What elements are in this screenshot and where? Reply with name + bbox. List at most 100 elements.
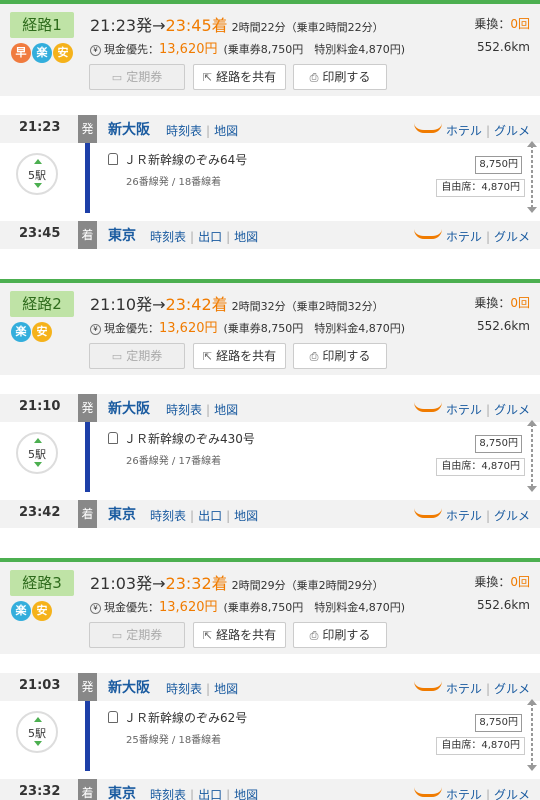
train-name[interactable]: ＪＲ新幹線のぞみ430号 (108, 430, 255, 447)
departure-station-links: 時刻表 | 地図 (166, 124, 239, 138)
print-button[interactable]: ⎙ 印刷する (293, 64, 387, 90)
timetable-link[interactable]: 時刻表 (150, 509, 186, 523)
share-route-button[interactable]: ⇱ 経路を共有 (193, 64, 286, 90)
share-route-button[interactable]: ⇱ 経路を共有 (193, 343, 286, 369)
route-badges: 早楽安 (11, 43, 74, 65)
share-label: 経路を共有 (216, 349, 277, 363)
timetable-link[interactable]: 時刻表 (166, 682, 202, 696)
stop-count-toggle[interactable]: 5駅 (16, 432, 58, 474)
commuter-pass-button[interactable]: ▭ 定期券 (89, 622, 185, 648)
print-label: 印刷する (322, 349, 371, 363)
gourmet-link[interactable]: グルメ (494, 403, 530, 417)
expand-up-icon (34, 438, 42, 443)
transfer-count: 乗換：0回 (474, 15, 530, 32)
seat-fare[interactable]: 自由席：4,870円 (436, 458, 525, 476)
arrival-mark: 着 (78, 779, 97, 800)
timetable-link[interactable]: 時刻表 (150, 788, 186, 800)
map-link[interactable]: 地図 (214, 124, 238, 138)
timetable-link[interactable]: 時刻表 (166, 403, 202, 417)
map-link[interactable]: 地図 (234, 509, 258, 523)
distance: 552.6km (477, 40, 530, 54)
arrival-mark: 着 (78, 221, 97, 249)
map-link[interactable]: 地図 (234, 230, 258, 244)
base-fare: 8,750円 (475, 156, 522, 174)
route-label[interactable]: 経路2 (10, 291, 74, 317)
departure-station-name[interactable]: 新大阪 (108, 119, 150, 139)
departure-mark: 発 (78, 673, 97, 701)
print-button[interactable]: ⎙ 印刷する (293, 343, 387, 369)
gourmet-link[interactable]: グルメ (494, 124, 530, 138)
fare-detail: (乗車券8,750円 特別料金4,870円) (223, 43, 406, 56)
hotel-link[interactable]: ホテル (446, 509, 482, 523)
print-button[interactable]: ⎙ 印刷する (293, 622, 387, 648)
departure-station-name[interactable]: 新大阪 (108, 398, 150, 418)
timetable-link[interactable]: 時刻表 (150, 230, 186, 244)
hotel-link[interactable]: ホテル (446, 788, 482, 800)
train-segment: 5駅 ＪＲ新幹線のぞみ430号 26番線発 / 17番線着 8,750円 自由席… (0, 420, 540, 492)
gourmet-link[interactable]: グルメ (494, 509, 530, 523)
departure-time: 21:03発 (90, 574, 153, 593)
fare-line: ¥ 現金優先：13,620円 (乗車券8,750円 特別料金4,870円) (90, 317, 405, 336)
fare-range-indicator (527, 420, 537, 492)
map-link[interactable]: 地図 (214, 403, 238, 417)
expand-down-icon (34, 741, 42, 746)
departure-station-row: 21:10 発 新大阪 時刻表 | 地図 ホテル | グルメ (0, 394, 540, 422)
map-link[interactable]: 地図 (234, 788, 258, 800)
station-services: ホテル | グルメ (413, 786, 530, 800)
pass-icon: ▭ (111, 71, 123, 84)
arrival-time: 23:42着 (165, 295, 228, 314)
stop-count-toggle[interactable]: 5駅 (16, 153, 58, 195)
commuter-pass-button[interactable]: ▭ 定期券 (89, 64, 185, 90)
expand-down-icon (34, 462, 42, 467)
arrival-station-name[interactable]: 東京 (108, 225, 136, 245)
share-icon: ⇱ (202, 629, 213, 642)
share-route-button[interactable]: ⇱ 経路を共有 (193, 622, 286, 648)
timetable-link[interactable]: 時刻表 (166, 124, 202, 138)
gourmet-link[interactable]: グルメ (494, 682, 530, 696)
stop-count: 5駅 (28, 448, 46, 461)
commuter-pass-label: 定期券 (126, 70, 163, 84)
exit-link[interactable]: 出口 (198, 230, 222, 244)
badge-raku: 楽 (11, 601, 31, 621)
arrival-station-name[interactable]: 東京 (108, 504, 136, 524)
station-services: ホテル | グルメ (413, 680, 530, 697)
seat-type-label: 自由席： (441, 740, 482, 751)
route-line (85, 143, 90, 213)
hotel-link[interactable]: ホテル (446, 682, 482, 696)
arrival-mark: 着 (78, 500, 97, 528)
base-fare: 8,750円 (475, 435, 522, 453)
gourmet-link[interactable]: グルメ (494, 788, 530, 800)
route-label[interactable]: 経路3 (10, 570, 74, 596)
exit-link[interactable]: 出口 (198, 788, 222, 800)
seat-fare[interactable]: 自由席：4,870円 (436, 737, 525, 755)
departure-station-links: 時刻表 | 地図 (166, 682, 239, 696)
train-name[interactable]: ＪＲ新幹線のぞみ62号 (108, 709, 247, 726)
train-icon (108, 711, 118, 723)
seat-fare[interactable]: 自由席：4,870円 (436, 179, 525, 197)
exit-link[interactable]: 出口 (198, 509, 222, 523)
arrival-time: 23:32着 (165, 574, 228, 593)
map-link[interactable]: 地図 (214, 682, 238, 696)
hotel-link[interactable]: ホテル (446, 403, 482, 417)
train-name[interactable]: ＪＲ新幹線のぞみ64号 (108, 151, 247, 168)
stop-count-toggle[interactable]: 5駅 (16, 711, 58, 753)
train-segment: 5駅 ＪＲ新幹線のぞみ64号 26番線発 / 18番線着 8,750円 自由席：… (0, 141, 540, 213)
distance: 552.6km (477, 319, 530, 333)
hotel-link[interactable]: ホテル (446, 230, 482, 244)
arrival-station-name[interactable]: 東京 (108, 783, 136, 800)
route-label[interactable]: 経路1 (10, 12, 74, 38)
transfer-value: 0回 (510, 296, 530, 310)
commuter-pass-button[interactable]: ▭ 定期券 (89, 343, 185, 369)
gourmet-link[interactable]: グルメ (494, 230, 530, 244)
service-logo-icon (413, 123, 442, 133)
range-up-arrow-icon (527, 420, 537, 426)
train-label: ＪＲ新幹線のぞみ430号 (124, 432, 255, 446)
range-up-arrow-icon (527, 141, 537, 147)
hotel-link[interactable]: ホテル (446, 124, 482, 138)
seat-fare-value: 4,870円 (481, 182, 520, 193)
range-up-arrow-icon (527, 699, 537, 705)
badge-haya: 早 (11, 43, 31, 63)
fare-line: ¥ 現金優先：13,620円 (乗車券8,750円 特別料金4,870円) (90, 38, 405, 57)
share-label: 経路を共有 (216, 628, 277, 642)
departure-station-name[interactable]: 新大阪 (108, 677, 150, 697)
